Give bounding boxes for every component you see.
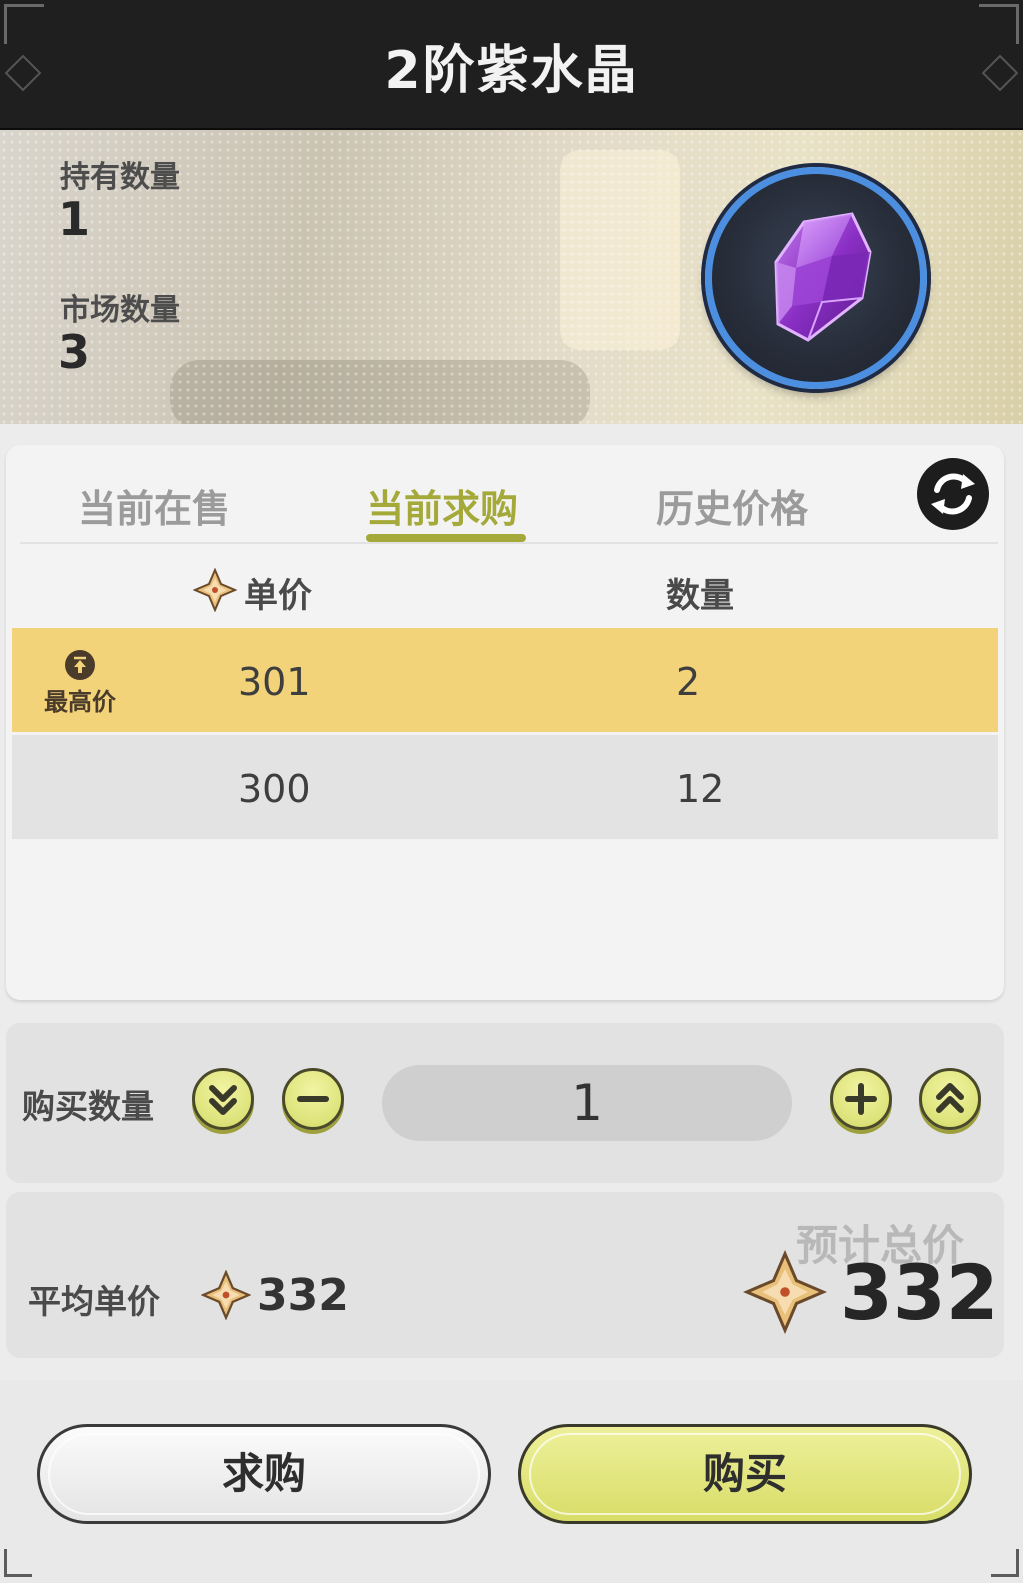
title-bar: 2阶紫水晶 — [0, 0, 1023, 130]
double-chevron-down-icon — [209, 1085, 237, 1115]
frame-corner-decoration — [991, 1549, 1019, 1577]
highest-price-badge: 最高价 — [40, 650, 120, 717]
tab-divider — [20, 542, 998, 544]
estimated-total-value: 332 — [840, 1248, 999, 1337]
refresh-button[interactable] — [917, 458, 989, 530]
row-price: 300 — [238, 767, 311, 811]
row-quantity: 2 — [676, 660, 701, 704]
average-price-value: 332 — [257, 1270, 349, 1321]
tab-price-history[interactable]: 历史价格 — [656, 478, 808, 533]
currency-gem-icon — [743, 1250, 827, 1334]
minus-icon — [297, 1096, 329, 1102]
market-quantity-value: 3 — [58, 325, 91, 379]
request-buy-label: 求购 — [221, 1449, 306, 1498]
quantity-decrease-button[interactable] — [282, 1068, 344, 1130]
market-quantity-label: 市场数量 — [60, 293, 180, 328]
quantity-input[interactable]: 1 — [382, 1065, 792, 1141]
refresh-icon — [931, 473, 975, 515]
plus-icon — [845, 1083, 877, 1115]
frame-corner-decoration — [4, 1549, 32, 1577]
buy-label: 购买 — [702, 1449, 787, 1498]
item-title: 2阶紫水晶 — [384, 41, 639, 101]
table-row[interactable]: 300 12 — [12, 735, 998, 839]
quantity-increase-button[interactable] — [830, 1068, 892, 1130]
average-price-label: 平均单价 — [28, 1282, 160, 1321]
row-quantity: 12 — [676, 767, 725, 811]
highest-price-label: 最高价 — [44, 688, 116, 716]
held-quantity-label: 持有数量 — [60, 160, 180, 195]
tab-buy-requests[interactable]: 当前求购 — [366, 478, 518, 533]
request-buy-button[interactable]: 求购 — [37, 1424, 491, 1524]
active-tab-indicator — [366, 534, 526, 542]
column-header-price: 单价 — [244, 576, 312, 616]
purple-crystal-icon — [774, 212, 872, 342]
item-icon-frame — [705, 167, 927, 389]
table-row[interactable]: 最高价 301 2 — [12, 628, 998, 732]
item-hero-banner: 持有数量 1 市场数量 3 — [0, 130, 1023, 424]
column-header-quantity: 数量 — [666, 576, 734, 616]
held-quantity-value: 1 — [58, 192, 91, 246]
buy-button[interactable]: 购买 — [518, 1424, 972, 1524]
currency-gem-icon — [201, 1270, 251, 1320]
currency-gem-icon — [193, 568, 237, 612]
row-price: 301 — [238, 660, 311, 704]
purchase-quantity-label: 购买数量 — [22, 1087, 154, 1126]
quantity-min-button[interactable] — [192, 1068, 254, 1130]
arrow-up-icon — [65, 650, 95, 680]
quantity-max-button[interactable] — [919, 1068, 981, 1130]
tab-on-sale[interactable]: 当前在售 — [78, 478, 230, 533]
double-chevron-up-icon — [936, 1083, 964, 1113]
